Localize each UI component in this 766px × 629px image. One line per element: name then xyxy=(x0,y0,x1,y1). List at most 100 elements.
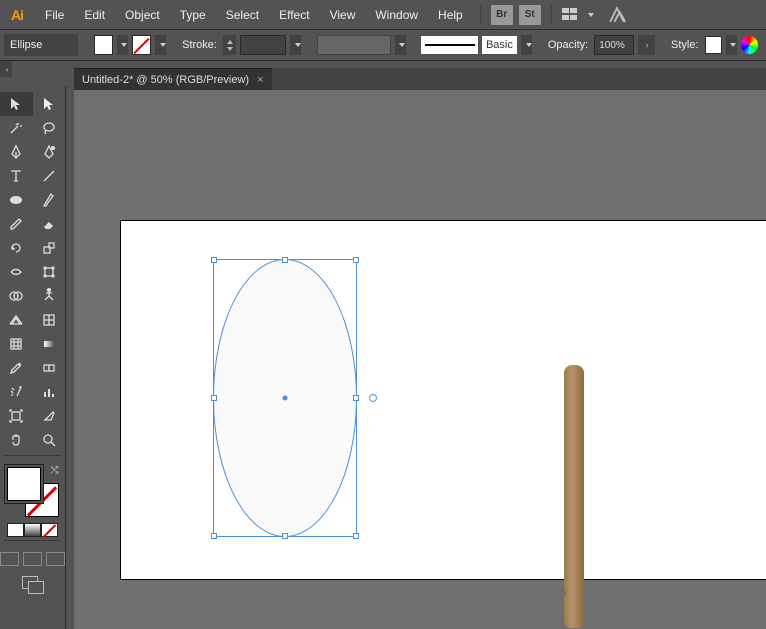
separator xyxy=(551,6,552,24)
hand-tool[interactable] xyxy=(0,428,33,452)
menu-select[interactable]: Select xyxy=(217,4,268,26)
color-mode-none[interactable] xyxy=(41,523,58,537)
artwork-stick-bottom[interactable] xyxy=(564,592,584,628)
color-mode-row xyxy=(0,523,65,537)
menu-help[interactable]: Help xyxy=(429,4,472,26)
selected-tool-label: Ellipse xyxy=(4,34,78,56)
type-tool[interactable] xyxy=(0,164,33,188)
recolor-artwork-button[interactable] xyxy=(741,36,758,54)
column-graph-tool[interactable] xyxy=(33,380,66,404)
selection-handle-e[interactable] xyxy=(353,395,359,401)
ellipse-tool[interactable] xyxy=(0,188,33,212)
fill-stroke-control[interactable]: ⤭ xyxy=(5,465,61,519)
free-transform-tool[interactable] xyxy=(33,260,66,284)
app-logo-icon: Ai xyxy=(6,5,28,25)
symbol-sprayer-tool[interactable] xyxy=(0,380,33,404)
draw-mode-row xyxy=(0,552,65,566)
draw-inside-button[interactable] xyxy=(46,552,65,566)
selection-handle-ne[interactable] xyxy=(353,257,359,263)
selection-handle-se[interactable] xyxy=(353,533,359,539)
menu-file[interactable]: File xyxy=(36,4,73,26)
puppet-warp-tool[interactable] xyxy=(33,284,66,308)
menu-object[interactable]: Object xyxy=(116,4,169,26)
bridge-button[interactable]: Br xyxy=(491,5,513,25)
graphic-style-swatch[interactable] xyxy=(705,36,722,54)
selection-handle-w[interactable] xyxy=(211,395,217,401)
close-tab-button[interactable]: × xyxy=(257,74,263,86)
draw-normal-button[interactable] xyxy=(0,552,19,566)
tools-panel: ⤭ xyxy=(0,86,66,629)
stroke-weight-dropdown[interactable] xyxy=(290,35,301,55)
live-paint-tool[interactable] xyxy=(33,308,66,332)
pen-tool[interactable] xyxy=(0,140,33,164)
magic-wand-tool[interactable] xyxy=(0,116,33,140)
shape-builder-tool[interactable] xyxy=(0,284,33,308)
opacity-field[interactable]: 100% xyxy=(594,35,634,55)
stroke-swatch[interactable] xyxy=(132,35,151,55)
document-tab-row: Untitled-2* @ 50% (RGB/Preview) × xyxy=(74,68,766,90)
paintbrush-tool[interactable] xyxy=(33,188,66,212)
zoom-tool[interactable] xyxy=(33,428,66,452)
brush-definition-label: Basic xyxy=(482,36,517,54)
blend-tool[interactable] xyxy=(33,356,66,380)
document-tab-title: Untitled-2* @ 50% (RGB/Preview) xyxy=(82,74,249,86)
menu-edit[interactable]: Edit xyxy=(75,4,114,26)
color-mode-solid[interactable] xyxy=(7,523,24,537)
stroke-weight-field[interactable] xyxy=(240,35,286,55)
artwork-stick-top[interactable] xyxy=(564,365,584,595)
pencil-tool[interactable] xyxy=(0,212,33,236)
fill-color-icon[interactable] xyxy=(7,467,41,501)
lasso-tool[interactable] xyxy=(33,116,66,140)
menu-type[interactable]: Type xyxy=(171,4,215,26)
menu-window[interactable]: Window xyxy=(366,4,427,26)
selection-handle-sw[interactable] xyxy=(211,533,217,539)
mesh-tool[interactable] xyxy=(0,332,33,356)
draw-behind-button[interactable] xyxy=(23,552,42,566)
panel-collapse-toggle[interactable] xyxy=(0,61,12,77)
artboard-tool[interactable] xyxy=(0,404,33,428)
selection-handle-n[interactable] xyxy=(282,257,288,263)
stroke-dropdown[interactable] xyxy=(155,35,166,55)
rotate-tool[interactable] xyxy=(0,236,33,260)
selection-bounding-box[interactable] xyxy=(213,259,357,537)
brush-definition-preview[interactable] xyxy=(421,36,478,54)
gradient-tool[interactable] xyxy=(33,332,66,356)
opacity-label: Opacity: xyxy=(546,39,590,51)
menu-effect[interactable]: Effect xyxy=(270,4,318,26)
selection-center-icon xyxy=(283,396,288,401)
chevron-down-icon xyxy=(588,13,594,17)
fill-swatch[interactable] xyxy=(94,35,113,55)
canvas-stage[interactable] xyxy=(74,90,766,629)
line-segment-tool[interactable] xyxy=(33,164,66,188)
style-dropdown[interactable] xyxy=(726,35,737,55)
menu-view[interactable]: View xyxy=(321,4,365,26)
brush-dropdown[interactable] xyxy=(521,35,532,55)
direct-selection-tool[interactable] xyxy=(33,92,66,116)
stock-button[interactable]: St xyxy=(519,5,541,25)
screen-mode-button[interactable] xyxy=(22,576,44,594)
arrange-documents-button[interactable] xyxy=(560,6,582,24)
selection-handle-nw[interactable] xyxy=(211,257,217,263)
scale-tool[interactable] xyxy=(33,236,66,260)
variable-width-profile[interactable] xyxy=(317,35,391,55)
perspective-grid-tool[interactable] xyxy=(0,308,33,332)
fill-dropdown[interactable] xyxy=(117,35,128,55)
stroke-weight-stepper[interactable] xyxy=(223,35,236,55)
selection-tool[interactable] xyxy=(0,92,33,116)
eyedropper-tool[interactable] xyxy=(0,356,33,380)
swap-fill-stroke-icon[interactable]: ⤭ xyxy=(51,465,59,476)
variable-width-dropdown[interactable] xyxy=(395,35,406,55)
eraser-tool[interactable] xyxy=(33,212,66,236)
control-bar: Ellipse Stroke: Basic Opacity: 100% › St… xyxy=(0,29,766,61)
gpu-preview-icon[interactable] xyxy=(606,6,628,24)
menu-bar: Ai File Edit Object Type Select Effect V… xyxy=(0,0,766,29)
width-tool[interactable] xyxy=(0,260,33,284)
style-label: Style: xyxy=(669,39,701,51)
document-tab[interactable]: Untitled-2* @ 50% (RGB/Preview) × xyxy=(74,68,272,90)
curvature-tool[interactable] xyxy=(33,140,66,164)
color-mode-gradient[interactable] xyxy=(24,523,41,537)
reference-point-icon[interactable] xyxy=(369,394,377,402)
opacity-dropdown[interactable]: › xyxy=(638,35,655,55)
selection-handle-s[interactable] xyxy=(282,533,288,539)
slice-tool[interactable] xyxy=(33,404,66,428)
